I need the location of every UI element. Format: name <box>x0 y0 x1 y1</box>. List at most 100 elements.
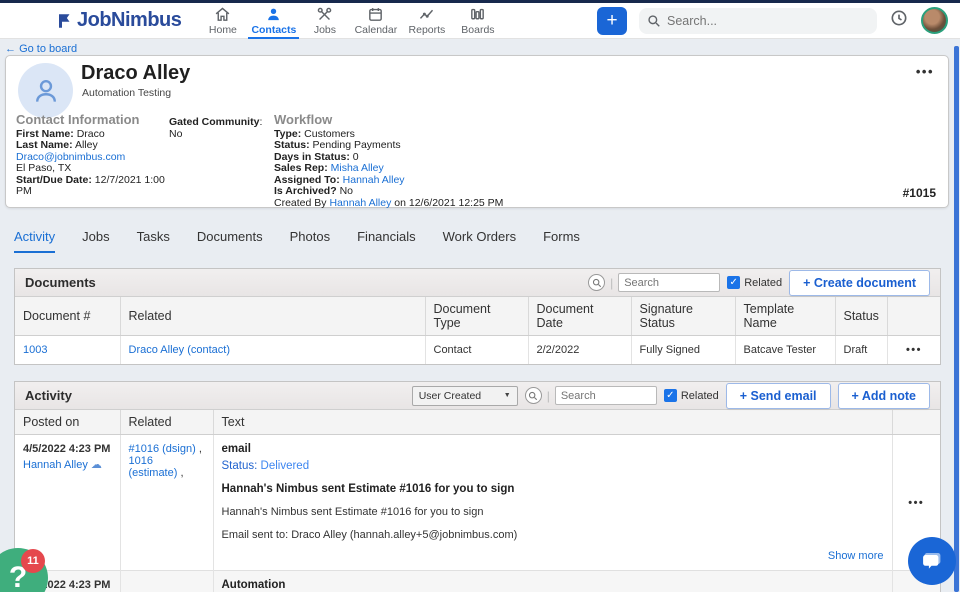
create-document-button[interactable]: + Create document <box>789 270 930 296</box>
tab-activity[interactable]: Activity <box>14 223 55 253</box>
go-to-board-link[interactable]: ← Go to board <box>5 43 77 55</box>
related-checkbox[interactable]: ✓ <box>664 389 677 402</box>
history-button[interactable] <box>889 8 909 33</box>
show-more-wrap: Show more <box>222 550 884 562</box>
activity-text-cell: email Status: Delivered Hannah's Nimbus … <box>213 435 892 571</box>
nav-item-boards[interactable]: Boards <box>452 3 503 39</box>
board-columns-icon <box>469 6 486 23</box>
nav-label: Calendar <box>355 24 398 36</box>
assigned-to-link[interactable]: Hannah Alley <box>343 174 405 186</box>
posted-date: 4/5/2022 4:23 PM <box>23 443 112 455</box>
ellipsis-icon: ••• <box>908 497 924 509</box>
workflow-heading: Workflow <box>274 114 524 126</box>
activity-type: email <box>222 443 884 455</box>
documents-table: Document # Related Document Type Documen… <box>15 297 940 364</box>
global-search[interactable] <box>639 8 877 34</box>
top-navbar: JobNimbus Home Contacts Jobs Calendar Re… <box>0 3 960 39</box>
activity-sent-to-line: Email sent to: Draco Alley (hannah.alley… <box>222 529 884 541</box>
nav-item-jobs[interactable]: Jobs <box>299 3 350 39</box>
related-label: Related <box>744 277 782 289</box>
tab-tasks[interactable]: Tasks <box>137 223 170 253</box>
help-notification-badge: 11 <box>21 549 45 573</box>
gated-community-field: Gated Community: No <box>169 117 269 140</box>
nav-item-contacts[interactable]: Contacts <box>248 3 299 39</box>
nav-item-calendar[interactable]: Calendar <box>350 3 401 39</box>
navbar-right: + <box>597 7 960 35</box>
created-by-link[interactable]: Hannah Alley <box>329 197 391 209</box>
related-estimate-link[interactable]: 1016 (estimate) <box>129 455 178 479</box>
col-document-date[interactable]: Document Date <box>528 297 631 336</box>
signature-status-cell: Fully Signed <box>631 336 735 365</box>
card-menu-button[interactable]: ••• <box>916 64 934 79</box>
col-template-name[interactable]: Template Name <box>735 297 835 336</box>
send-email-button[interactable]: + Send email <box>726 383 831 409</box>
status-delivered-link[interactable]: Delivered <box>261 460 310 472</box>
nav-item-home[interactable]: Home <box>197 3 248 39</box>
document-row-menu-button[interactable]: ••• <box>906 344 922 356</box>
activity-row: 4/5/2022 4:23 PM Automation (Contact) ⚙ … <box>15 571 940 592</box>
posted-by-link[interactable]: Hannah Alley <box>23 459 88 471</box>
col-related[interactable]: Related <box>120 297 425 336</box>
sales-rep-link[interactable]: Misha Alley <box>331 162 384 174</box>
documents-title: Documents <box>25 275 96 290</box>
show-more-link[interactable]: Show more <box>828 550 884 562</box>
jobnimbus-logo[interactable]: JobNimbus <box>56 9 181 32</box>
activity-filter-select[interactable]: User Created ▼ <box>412 386 518 406</box>
check-icon: ✓ <box>729 277 737 288</box>
nav-label: Boards <box>461 24 494 36</box>
col-text[interactable]: Text <box>213 410 892 435</box>
document-status-cell: Draft <box>835 336 887 365</box>
back-arrow-icon: ← <box>5 43 16 55</box>
col-actions <box>892 410 940 435</box>
document-number-link[interactable]: 1003 <box>23 344 47 356</box>
start-due-row: Start/Due Date: 12/7/2021 1:00 PM <box>16 175 166 198</box>
activity-search-input[interactable] <box>555 386 657 405</box>
related-checkbox[interactable]: ✓ <box>727 276 740 289</box>
search-icon <box>647 14 661 28</box>
col-status[interactable]: Status <box>835 297 887 336</box>
chat-widget-button[interactable] <box>908 537 956 585</box>
record-tabs: Activity Jobs Tasks Documents Photos Fin… <box>14 223 607 253</box>
filter-value: User Created <box>419 390 481 402</box>
nav-item-reports[interactable]: Reports <box>401 3 452 39</box>
activity-panel: Activity User Created ▼ | ✓ Related + Se… <box>14 381 941 592</box>
contact-name: Draco Alley <box>81 62 190 85</box>
contact-subtitle: Automation Testing <box>82 87 171 99</box>
document-related-link[interactable]: Draco Alley (contact) <box>129 344 230 356</box>
quick-add-button[interactable]: + <box>597 7 627 35</box>
go-to-board-label: Go to board <box>19 43 77 55</box>
col-document-number[interactable]: Document # <box>15 297 120 336</box>
tab-financials[interactable]: Financials <box>357 223 416 253</box>
add-note-button[interactable]: + Add note <box>838 383 930 409</box>
col-signature-status[interactable]: Signature Status <box>631 297 735 336</box>
tab-photos[interactable]: Photos <box>290 223 330 253</box>
col-posted-on[interactable]: Posted on <box>15 410 120 435</box>
related-dsign-link[interactable]: #1016 (dsign) <box>129 443 196 455</box>
col-document-type[interactable]: Document Type <box>425 297 528 336</box>
activity-table: Posted on Related Text 4/5/2022 4:23 PM … <box>15 410 940 592</box>
document-type-cell: Contact <box>425 336 528 365</box>
activity-header-row: Posted on Related Text <box>15 410 940 435</box>
col-related[interactable]: Related <box>120 410 213 435</box>
page-scrollbar[interactable] <box>954 46 959 592</box>
nav-label: Reports <box>409 24 446 36</box>
documents-panel: Documents | ✓ Related + Create document … <box>14 268 941 365</box>
user-avatar[interactable] <box>921 7 948 34</box>
activity-related-cell <box>120 571 213 592</box>
search-divider: | <box>547 389 550 403</box>
global-search-input[interactable] <box>667 14 847 28</box>
document-row: 1003 Draco Alley (contact) Contact 2/2/2… <box>15 336 940 365</box>
activity-row: 4/5/2022 4:23 PM Hannah Alley ☁ #1016 (d… <box>15 435 940 571</box>
search-icon[interactable] <box>525 387 542 404</box>
tab-work-orders[interactable]: Work Orders <box>443 223 516 253</box>
tab-documents[interactable]: Documents <box>197 223 263 253</box>
activity-row-menu-button[interactable]: ••• <box>908 497 924 509</box>
tab-forms[interactable]: Forms <box>543 223 580 253</box>
calendar-icon <box>367 6 384 23</box>
documents-search-input[interactable] <box>618 273 720 292</box>
search-icon[interactable] <box>588 274 605 291</box>
contact-email-link[interactable]: Draco@jobnimbus.com <box>16 151 125 163</box>
trend-chart-icon <box>418 6 435 23</box>
tab-jobs[interactable]: Jobs <box>82 223 109 253</box>
nav-label: Jobs <box>314 24 336 36</box>
